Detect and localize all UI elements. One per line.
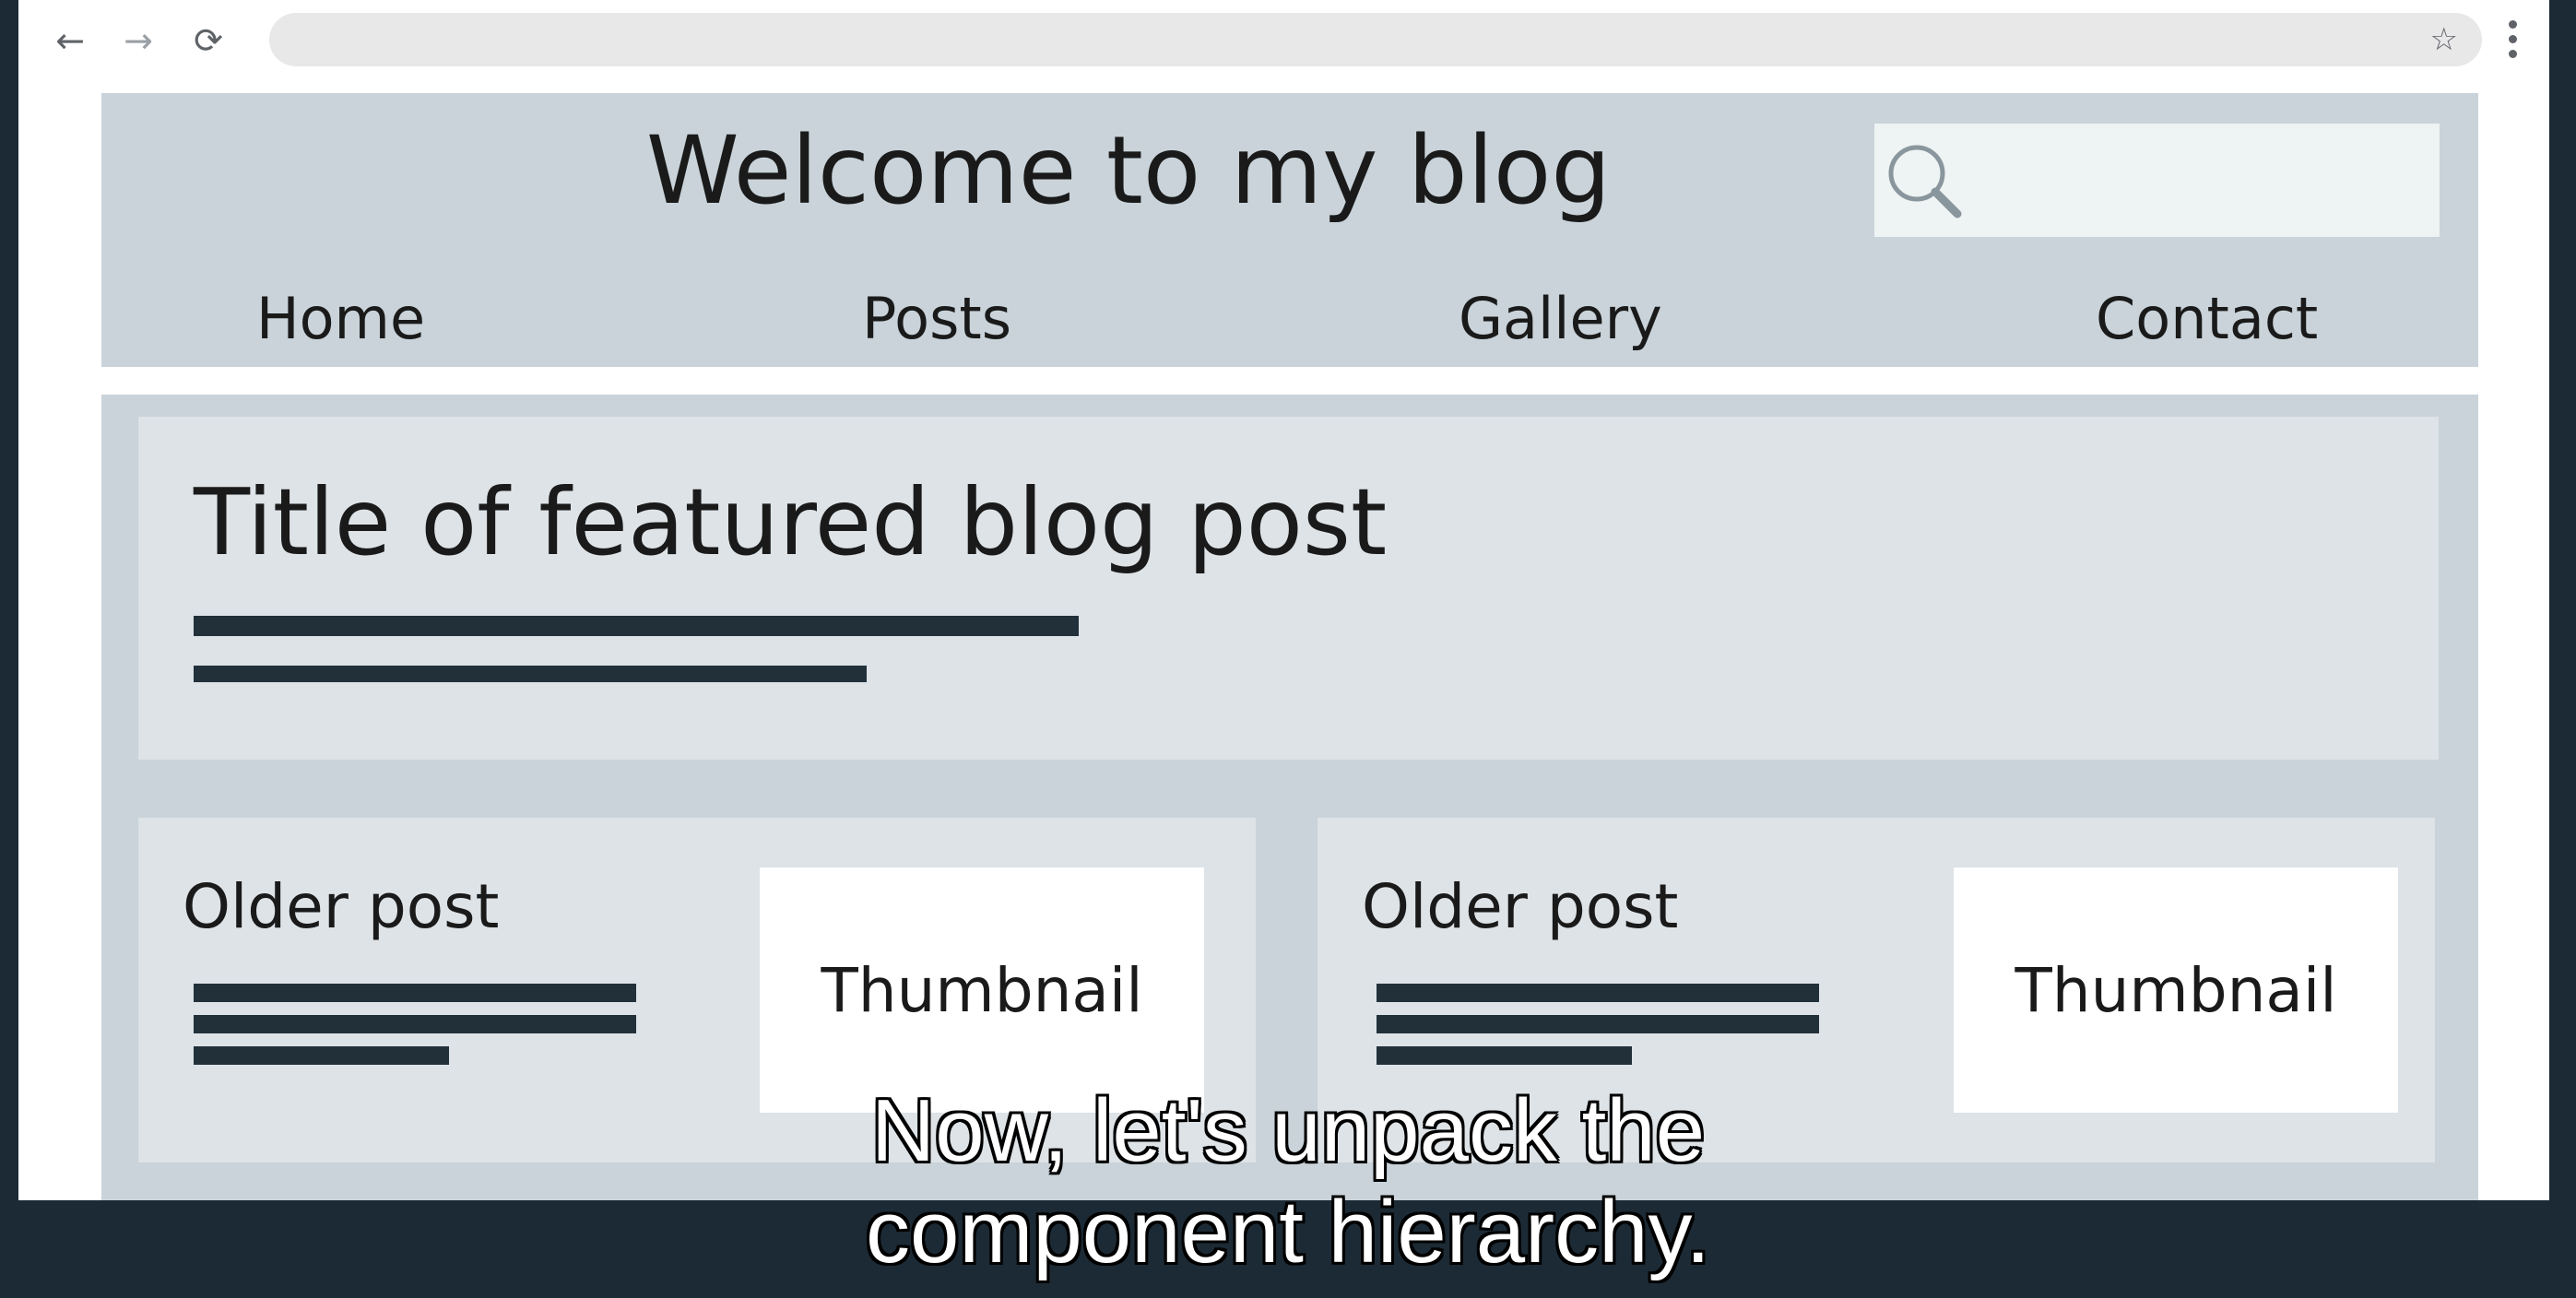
featured-post[interactable]: Title of featured blog post [138,417,2439,760]
search-box[interactable] [1874,124,2440,239]
nav-item-contact[interactable]: Contact [2096,282,2318,356]
reload-icon: ⟳ [194,20,223,61]
search-icon [1888,145,1962,218]
thumbnail[interactable]: Thumbnail [760,867,1204,1113]
nav-item-posts[interactable]: Posts [862,282,1011,356]
nav-item-gallery[interactable]: Gallery [1459,282,1662,356]
text-placeholder-line [194,666,867,682]
nav-item-home[interactable]: Home [256,282,425,356]
arrow-left-icon: ← [55,20,85,61]
video-caption: Now, let's unpack the component hierarch… [0,1080,2576,1283]
older-post-title[interactable]: Older post [1362,867,1678,947]
reload-button[interactable]: ⟳ [186,18,230,63]
blog-main: Title of featured blog post Older post T… [101,395,2478,1200]
text-placeholder-line [194,1015,636,1033]
browser-toolbar: ← → ⟳ ☆ [18,0,2549,83]
text-placeholder-line [1377,984,1819,1002]
thumbnail[interactable]: Thumbnail [1954,867,2398,1113]
star-icon[interactable]: ☆ [2430,24,2458,55]
text-placeholder-line [194,616,1079,636]
older-post-title[interactable]: Older post [183,867,499,947]
arrow-right-icon: → [124,20,153,61]
search-input[interactable] [1967,124,2431,239]
caption-line: component hierarchy. [865,1183,1711,1281]
text-placeholder-line [1377,1046,1632,1065]
blog-header: Welcome to my blog Home Posts Gallery Co… [101,93,2478,367]
browser-window: ← → ⟳ ☆ Welcome to my blog Home Posts Ga… [18,0,2549,1200]
text-placeholder-line [1377,1015,1819,1033]
address-bar[interactable]: ☆ [269,13,2482,66]
caption-line: Now, let's unpack the [870,1081,1706,1180]
text-placeholder-line [194,1046,449,1065]
back-button[interactable]: ← [48,18,92,63]
more-vertical-icon[interactable] [2499,17,2526,63]
featured-post-title[interactable]: Title of featured blog post [194,463,1387,583]
forward-button[interactable]: → [116,18,160,63]
text-placeholder-line [194,984,636,1002]
